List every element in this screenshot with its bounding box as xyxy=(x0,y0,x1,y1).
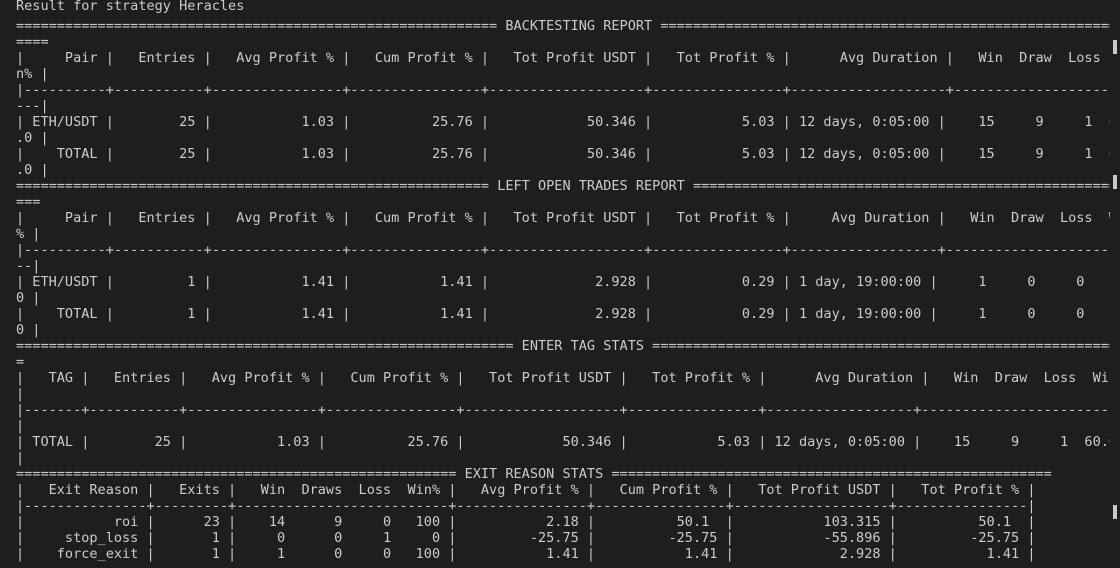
table-row: .0 | xyxy=(16,130,49,146)
table-row: | stop_loss | 1 | 0 0 1 0 | -25.75 | -25… xyxy=(16,530,1036,546)
terminal-line: = xyxy=(16,354,25,370)
section-header-left-open-trades-report: ========================================… xyxy=(16,178,1110,194)
table-row: | ETH/USDT | 1 | 1.41 | 1.41 | 2.928 | 0… xyxy=(16,274,1110,290)
terminal-line: Result for strategy Heracles xyxy=(16,0,245,14)
table-header-row: | Pair | Entries | Avg Profit % | Cum Pr… xyxy=(16,50,1110,66)
table-row: | force_exit | 1 | 1 0 0 100 | 1.41 | 1.… xyxy=(16,546,1036,562)
table-separator: |----------+-----------+----------------… xyxy=(16,242,1110,258)
table-row: 0 | xyxy=(16,322,41,338)
table-header-row: | xyxy=(16,386,25,402)
terminal-line: === xyxy=(16,194,41,210)
terminal-output[interactable]: Result for strategy Heracles ===========… xyxy=(0,0,1110,568)
table-separator: ---| xyxy=(16,98,49,114)
table-row: .0 | xyxy=(16,162,49,178)
table-row: | ETH/USDT | 25 | 1.03 | 25.76 | 50.346 … xyxy=(16,114,1110,130)
scrollbar-marker xyxy=(1113,505,1117,519)
table-header-row: | TAG | Entries | Avg Profit % | Cum Pro… xyxy=(16,370,1110,386)
table-separator: |---------------+---------+-------------… xyxy=(16,498,1036,514)
table-row: | TOTAL | 1 | 1.41 | 1.41 | 2.928 | 0.29… xyxy=(16,306,1110,322)
table-header-row: n% | xyxy=(16,66,49,82)
table-separator: |----------+-----------+----------------… xyxy=(16,82,1110,98)
section-header-enter-tag-stats: ========================================… xyxy=(16,338,1110,354)
scrollbar-marker xyxy=(1113,175,1117,189)
scrollbar-marker xyxy=(1113,40,1117,54)
table-header-row: | Exit Reason | Exits | Win Draws Loss W… xyxy=(16,482,1036,498)
table-header-row: | Pair | Entries | Avg Profit % | Cum Pr… xyxy=(16,210,1110,226)
table-separator: |-------+-----------+----------------+--… xyxy=(16,402,1110,418)
terminal-line: ==== xyxy=(16,34,49,50)
table-separator: | xyxy=(16,418,25,434)
vertical-scrollbar[interactable] xyxy=(1110,0,1120,568)
section-header-exit-reason-stats: ========================================… xyxy=(16,466,1052,482)
table-row: | xyxy=(16,450,25,466)
table-row: | roi | 23 | 14 9 0 100 | 2.18 | 50.1 | … xyxy=(16,514,1036,530)
table-row: | TOTAL | 25 | 1.03 | 25.76 | 50.346 | 5… xyxy=(16,146,1110,162)
table-header-row: % | xyxy=(16,226,41,242)
table-row: | TOTAL | 25 | 1.03 | 25.76 | 50.346 | 5… xyxy=(16,434,1110,450)
section-header-backtesting-report: ========================================… xyxy=(16,18,1110,34)
table-separator: --| xyxy=(16,258,41,274)
table-row: 0 | xyxy=(16,290,41,306)
